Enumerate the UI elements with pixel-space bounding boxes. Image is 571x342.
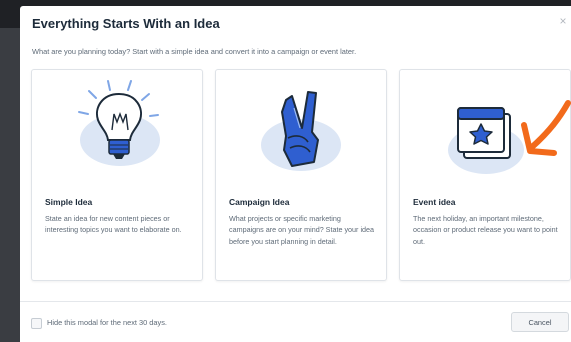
simple-idea-card[interactable]: Simple Idea State an idea for new conten…: [31, 69, 203, 281]
card-title: Campaign Idea: [229, 197, 290, 207]
cancel-button[interactable]: Cancel: [511, 312, 569, 332]
campaign-idea-card[interactable]: Campaign Idea What projects or specific …: [215, 69, 387, 281]
hide-modal-label: Hide this modal for the next 30 days.: [47, 318, 167, 327]
card-title: Event idea: [413, 197, 456, 207]
modal-title: Everything Starts With an Idea: [32, 16, 220, 31]
card-description: The next holiday, an important milestone…: [413, 214, 558, 246]
idea-modal: Everything Starts With an Idea × What ar…: [20, 6, 571, 342]
close-icon[interactable]: ×: [556, 14, 570, 28]
hide-modal-checkbox[interactable]: [31, 318, 42, 329]
peace-hand-icon: [261, 91, 341, 171]
card-description: What projects or specific marketing camp…: [229, 214, 375, 246]
footer-divider: [20, 301, 571, 302]
app-backdrop-left: [0, 28, 20, 342]
modal-subtitle: What are you planning today? Start with …: [32, 47, 357, 56]
card-title: Simple Idea: [45, 197, 93, 207]
annotation-arrow-icon: [521, 100, 571, 156]
card-description: State an idea for new content pieces or …: [45, 214, 182, 235]
lightbulb-icon: [78, 80, 160, 166]
